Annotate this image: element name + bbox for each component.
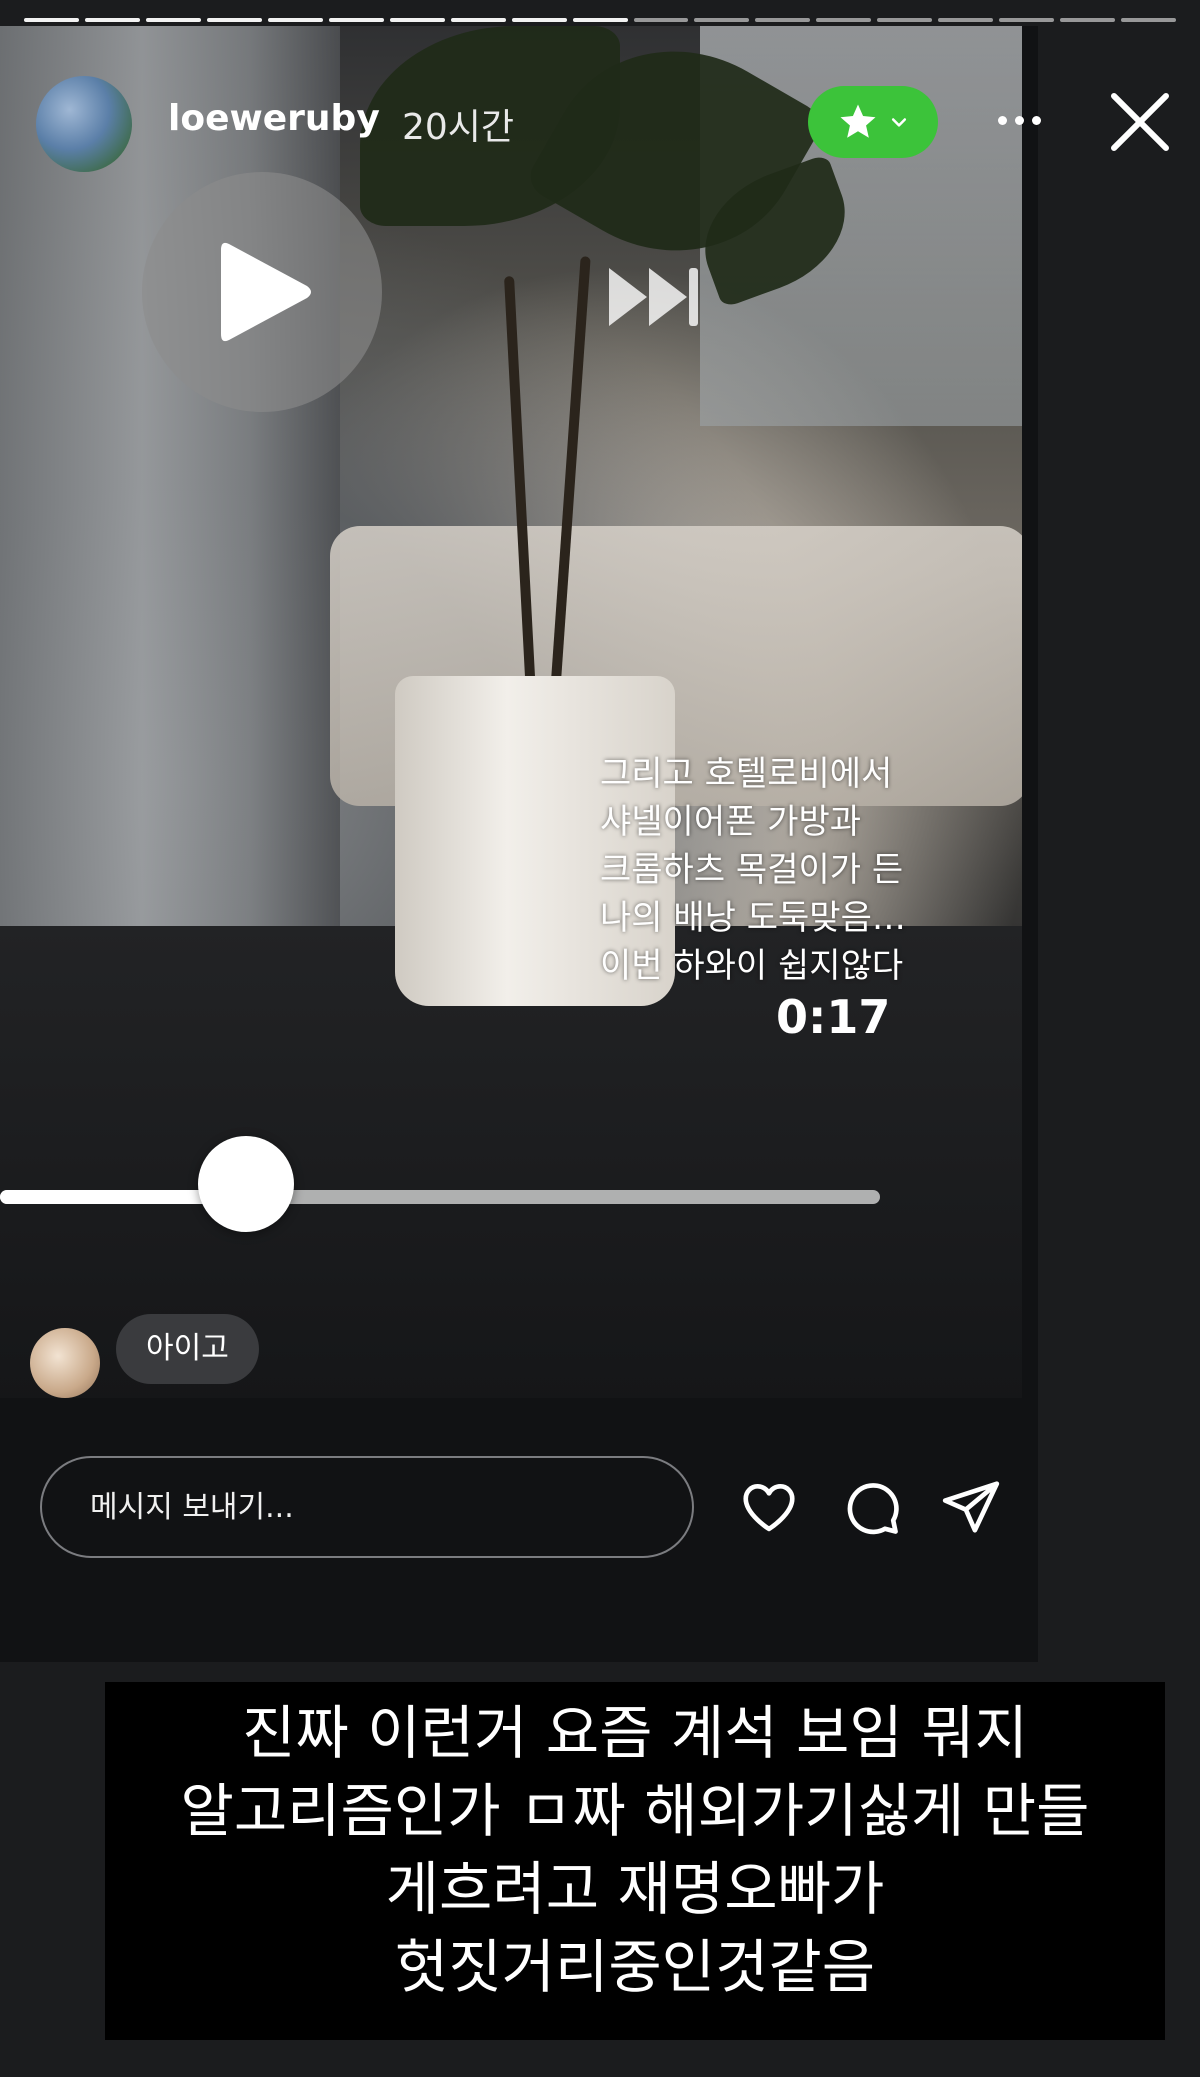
play-icon — [221, 242, 311, 342]
avatar[interactable] — [36, 76, 132, 172]
progress-segment — [1121, 18, 1177, 22]
skip-forward-button[interactable] — [598, 252, 708, 342]
progress-segment — [145, 18, 201, 22]
progress-segment — [877, 18, 933, 22]
progress-segment — [633, 18, 689, 22]
seek-bar-thumb[interactable] — [198, 1136, 295, 1232]
progress-segment — [206, 18, 262, 22]
progress-segment — [450, 18, 506, 22]
progress-segment — [755, 18, 811, 22]
star-icon — [840, 104, 876, 138]
reply-avatar[interactable] — [30, 1328, 100, 1398]
caption-line: 크롬하츠 목걸이가 든 — [600, 850, 904, 890]
comment-line: 헛짓거리중인것같음 — [394, 1933, 876, 2001]
comment-bubble-icon[interactable] — [840, 1476, 902, 1538]
fast-forward-icon — [609, 268, 698, 326]
story-progress-bar — [24, 18, 1177, 24]
send-icon[interactable] — [940, 1476, 1002, 1538]
more-dots-icon — [1031, 115, 1041, 125]
progress-segment — [1060, 18, 1116, 22]
caption-line: 샤넬이어폰 가방과 — [600, 802, 862, 842]
progress-segment — [267, 18, 323, 22]
more-dots-icon — [1014, 115, 1024, 125]
username[interactable]: loeweruby — [168, 98, 380, 139]
progress-segment — [816, 18, 872, 22]
message-input[interactable] — [40, 1456, 694, 1558]
progress-segment — [572, 18, 628, 22]
comment-text: 진짜 이런거 요즘 계석 보임 뭐지 알고리즘인가 ㅁ짜 해외가기싫게 만들 게… — [105, 1682, 1165, 2006]
progress-segment — [389, 18, 445, 22]
progress-segment — [999, 18, 1055, 22]
close-icon[interactable] — [1100, 82, 1180, 162]
reply-bubble: 아이고 — [116, 1314, 259, 1384]
video-caption: 그리고 호텔로비에서 샤넬이어폰 가방과 크롬하츠 목걸이가 든 나의 배낭 도… — [600, 750, 960, 990]
seek-bar[interactable] — [0, 1190, 880, 1204]
story-header: loeweruby 20시간 — [0, 70, 1200, 180]
chevron-down-icon — [891, 118, 907, 127]
progress-segment — [328, 18, 384, 22]
more-dots-icon — [997, 115, 1007, 125]
caption-line: 그리고 호텔로비에서 — [600, 754, 893, 794]
close-friends-badge[interactable] — [808, 86, 938, 158]
video-duration: 0:17 — [776, 990, 891, 1044]
more-options-button[interactable] — [984, 90, 1054, 150]
caption-line: 나의 배낭 도둑맞음… — [600, 898, 906, 938]
progress-segment — [511, 18, 567, 22]
progress-segment — [84, 18, 140, 22]
comment-line: 진짜 이런거 요즘 계석 보임 뭐지 — [242, 1699, 1028, 1767]
heart-icon[interactable] — [738, 1476, 800, 1538]
timestamp: 20시간 — [402, 107, 515, 148]
comment-line: 알고리즘인가 ㅁ짜 해외가기싫게 만들 — [180, 1777, 1090, 1845]
comment-overlay: 진짜 이런거 요즘 계석 보임 뭐지 알고리즘인가 ㅁ짜 해외가기싫게 만들 게… — [105, 1682, 1165, 2040]
caption-line: 이번 하와이 쉽지않다 — [600, 946, 904, 986]
progress-segment — [694, 18, 750, 22]
story-screen: loeweruby 20시간 그리고 호텔로비에서 샤넬이어폰 가방과 크롬하츠… — [0, 0, 1200, 2077]
progress-segment — [938, 18, 994, 22]
comment-line: 게흐려고 재명오빠가 — [385, 1855, 885, 1923]
progress-segment — [24, 18, 79, 22]
play-button[interactable] — [142, 172, 382, 412]
